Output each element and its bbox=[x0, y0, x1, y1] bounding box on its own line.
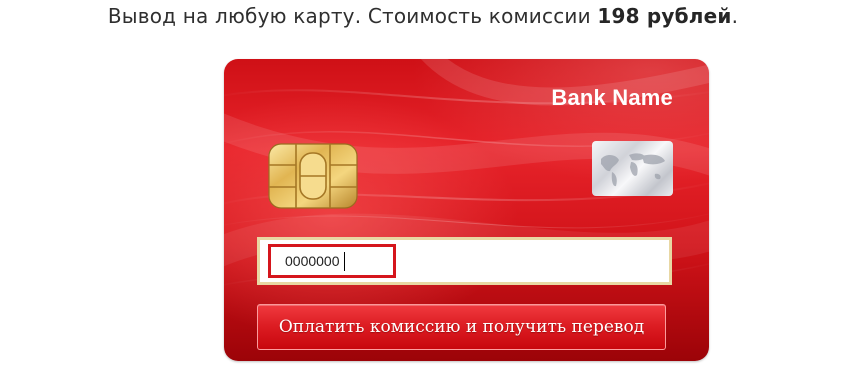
headline-end: . bbox=[731, 4, 739, 28]
headline: Вывод на любую карту. Стоимость комиссии… bbox=[0, 4, 846, 28]
headline-text: Вывод на любую карту. Стоимость комиссии bbox=[107, 4, 598, 28]
sim-chip-icon bbox=[268, 143, 358, 209]
fee-amount: 198 рублей bbox=[597, 4, 732, 28]
card-number-input-highlight bbox=[268, 244, 396, 278]
pay-commission-button[interactable]: Оплатить комиссию и получить перевод bbox=[257, 304, 666, 350]
world-map-hologram-icon bbox=[592, 141, 673, 196]
card-number-field-frame bbox=[257, 237, 672, 285]
bank-card: Bank Name 0000000 Оплатить комиссию и по… bbox=[224, 59, 709, 361]
bank-name: Bank Name bbox=[551, 85, 673, 110]
card-number-input[interactable] bbox=[271, 247, 393, 275]
text-caret bbox=[344, 252, 345, 271]
